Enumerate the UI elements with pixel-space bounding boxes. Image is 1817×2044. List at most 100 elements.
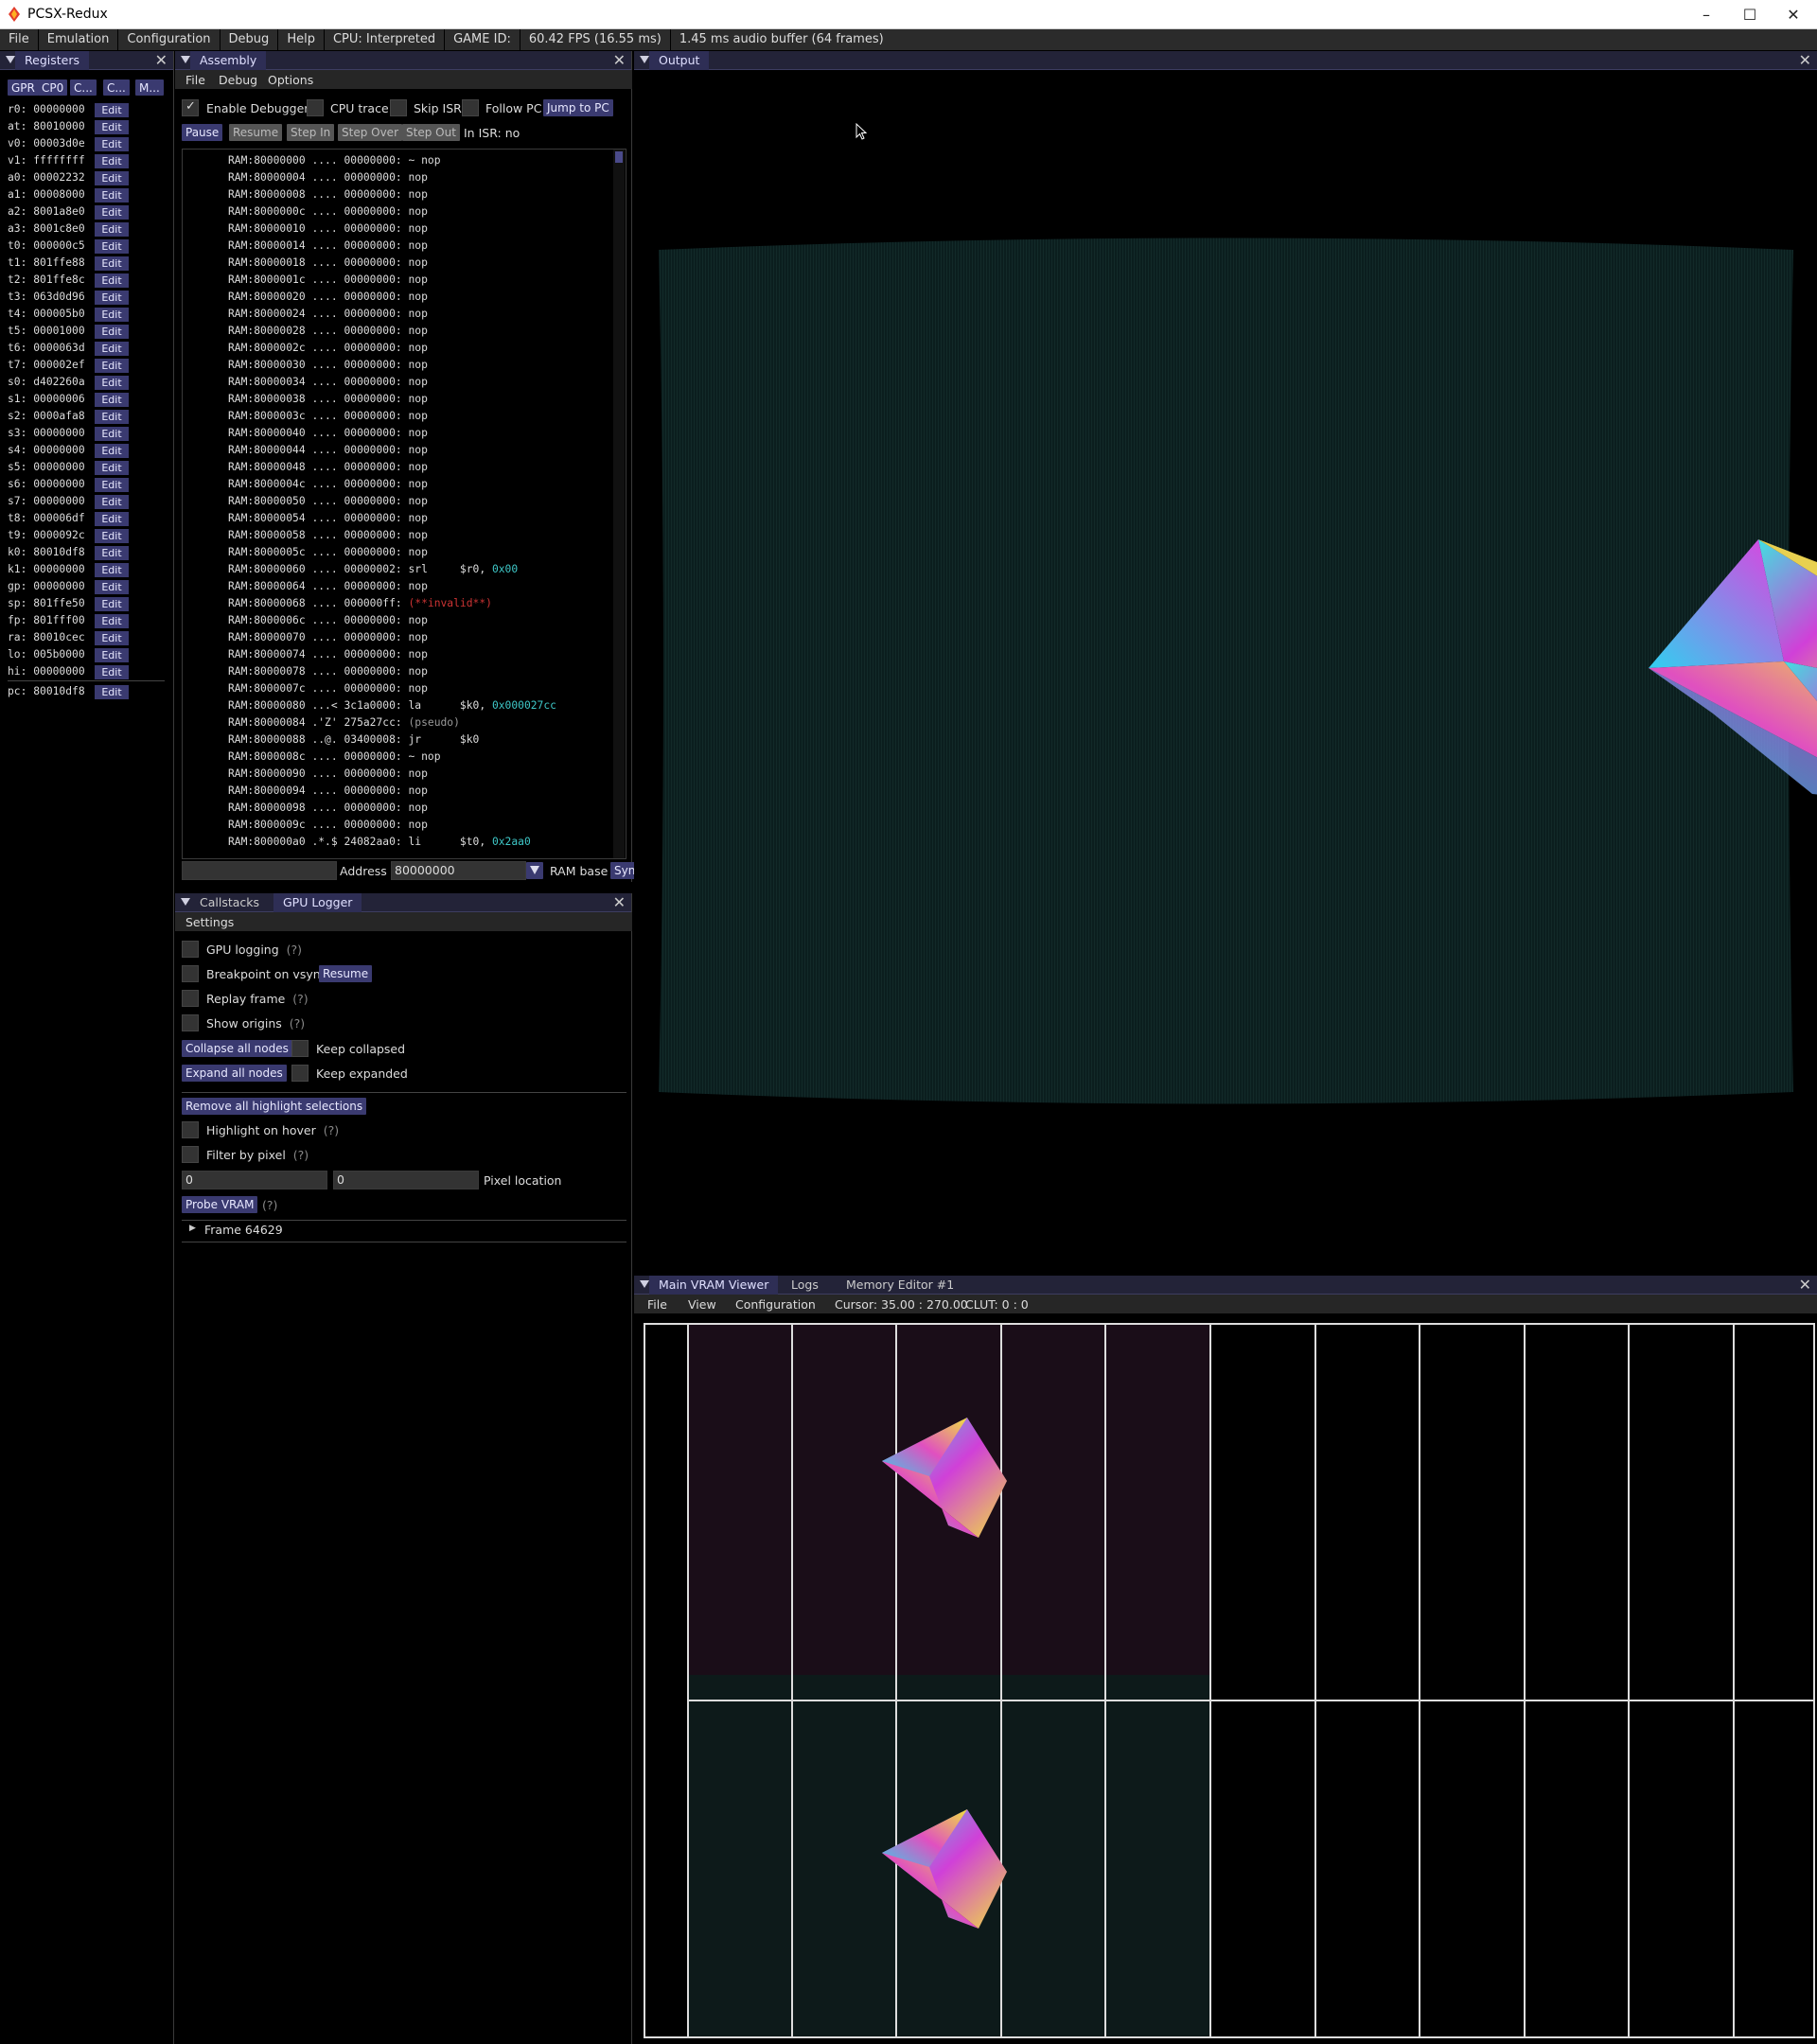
- disassembly-line[interactable]: RAM:8000000c .... 00000000: nop: [228, 203, 428, 220]
- edit-register-button[interactable]: Edit: [95, 563, 129, 577]
- tab-cop-2[interactable]: C...: [103, 79, 130, 96]
- highlight-hover-checkbox[interactable]: [182, 1121, 199, 1138]
- edit-register-button[interactable]: Edit: [95, 427, 129, 441]
- maximize-button[interactable]: ☐: [1728, 0, 1772, 29]
- step-over-button[interactable]: Step Over: [338, 124, 402, 141]
- collapse-triangle-icon[interactable]: [640, 1280, 649, 1288]
- collapse-triangle-icon[interactable]: [6, 56, 15, 63]
- disassembly-line[interactable]: RAM:80000044 .... 00000000: nop: [228, 442, 428, 459]
- replay-frame-checkbox[interactable]: [182, 990, 199, 1007]
- collapse-triangle-icon[interactable]: [640, 56, 649, 63]
- disassembly-line[interactable]: RAM:80000074 .... 00000000: nop: [228, 646, 428, 663]
- disassembly-line[interactable]: RAM:80000094 .... 00000000: nop: [228, 783, 428, 800]
- close-icon[interactable]: ✕: [1799, 52, 1811, 69]
- vram-menu-configuration[interactable]: Configuration: [735, 1297, 816, 1312]
- keep-collapsed-checkbox[interactable]: [291, 1040, 309, 1057]
- edit-register-button[interactable]: Edit: [95, 529, 129, 543]
- close-icon[interactable]: ✕: [613, 894, 626, 911]
- skip-isr-checkbox[interactable]: [390, 99, 407, 116]
- disassembly-line[interactable]: RAM:80000030 .... 00000000: nop: [228, 357, 428, 374]
- disassembly-line[interactable]: RAM:80000088 ..@. 03400008: jr $k0: [228, 731, 479, 749]
- disassembly-line[interactable]: RAM:80000000 .... 00000000: ~ nop: [228, 152, 441, 169]
- edit-register-button[interactable]: Edit: [95, 273, 129, 288]
- tab-cop-1[interactable]: C...: [70, 79, 97, 96]
- game-output-screen[interactable]: [634, 70, 1817, 1274]
- disassembly-line[interactable]: RAM:8000009c .... 00000000: nop: [228, 817, 428, 834]
- disassembly-line[interactable]: RAM:80000058 .... 00000000: nop: [228, 527, 428, 544]
- edit-register-button[interactable]: Edit: [95, 665, 129, 679]
- disassembly-line[interactable]: RAM:80000080 ...< 3c1a0000: la $k0, 0x00…: [228, 697, 556, 714]
- enable-debugger-checkbox[interactable]: ✓: [182, 99, 199, 116]
- minimize-button[interactable]: –: [1685, 0, 1728, 29]
- disassembly-line[interactable]: RAM:80000014 .... 00000000: nop: [228, 238, 428, 255]
- tab-gpu-logger[interactable]: GPU Logger: [273, 893, 362, 912]
- disassembly-line[interactable]: RAM:80000040 .... 00000000: nop: [228, 425, 428, 442]
- disassembly-line[interactable]: RAM:80000020 .... 00000000: nop: [228, 289, 428, 306]
- gpu-resume-button[interactable]: Resume: [319, 965, 373, 982]
- edit-register-button[interactable]: Edit: [95, 512, 129, 526]
- edit-register-button[interactable]: Edit: [95, 580, 129, 594]
- resume-button[interactable]: Resume: [229, 124, 283, 141]
- disassembly-line[interactable]: RAM:80000004 .... 00000000: nop: [228, 169, 428, 186]
- edit-register-button[interactable]: Edit: [95, 291, 129, 305]
- frame-node[interactable]: Frame 64629: [204, 1223, 283, 1237]
- disassembly-line[interactable]: RAM:80000050 .... 00000000: nop: [228, 493, 428, 510]
- tab-gpr[interactable]: GPR: [8, 79, 39, 96]
- settings-menu[interactable]: Settings: [185, 915, 234, 929]
- collapse-triangle-icon[interactable]: [181, 898, 190, 906]
- edit-register-button[interactable]: Edit: [95, 154, 129, 168]
- close-icon[interactable]: ✕: [613, 52, 626, 69]
- disassembly-line[interactable]: RAM:80000024 .... 00000000: nop: [228, 306, 428, 323]
- show-origins-checkbox[interactable]: [182, 1014, 199, 1031]
- assembly-menu-options[interactable]: Options: [268, 73, 313, 87]
- disassembly-line[interactable]: RAM:800000a0 .*.$ 24082aa0: li $t0, 0x2a…: [228, 834, 531, 851]
- gpu-logging-checkbox[interactable]: [182, 941, 199, 958]
- disassembly-line[interactable]: RAM:80000028 .... 00000000: nop: [228, 323, 428, 340]
- jump-to-pc-button[interactable]: Jump to PC: [543, 99, 613, 116]
- pixel-y-input[interactable]: 0: [333, 1171, 479, 1189]
- edit-register-button[interactable]: Edit: [95, 614, 129, 628]
- tab-logs[interactable]: Logs: [782, 1276, 828, 1295]
- disassembly-line[interactable]: RAM:8000008c .... 00000000: ~ nop: [228, 749, 441, 766]
- disassembly-line[interactable]: RAM:80000034 .... 00000000: nop: [228, 374, 428, 391]
- probe-vram-button[interactable]: Probe VRAM: [182, 1196, 258, 1213]
- output-tab[interactable]: Output: [649, 51, 710, 70]
- disassembly-line[interactable]: RAM:80000070 .... 00000000: nop: [228, 629, 428, 646]
- close-icon[interactable]: ✕: [155, 52, 168, 69]
- edit-register-button[interactable]: Edit: [95, 478, 129, 492]
- disassembly-line[interactable]: RAM:80000048 .... 00000000: nop: [228, 459, 428, 476]
- disassembly-line[interactable]: RAM:80000064 .... 00000000: nop: [228, 578, 428, 595]
- address-input[interactable]: 80000000: [391, 861, 526, 880]
- address-dropdown[interactable]: [526, 862, 543, 879]
- keep-expanded-checkbox[interactable]: [291, 1065, 309, 1082]
- step-out-button[interactable]: Step Out: [402, 124, 460, 141]
- edit-register-button[interactable]: Edit: [95, 648, 129, 662]
- edit-register-button[interactable]: Edit: [95, 393, 129, 407]
- menu-debug[interactable]: Debug: [221, 29, 278, 50]
- edit-register-button[interactable]: Edit: [95, 171, 129, 185]
- edit-register-button[interactable]: Edit: [95, 631, 129, 645]
- edit-register-button[interactable]: Edit: [95, 222, 129, 237]
- disassembly-line[interactable]: RAM:80000068 .... 000000ff: (**invalid**…: [228, 595, 492, 612]
- collapse-all-nodes-button[interactable]: Collapse all nodes: [182, 1040, 292, 1057]
- follow-pc-checkbox[interactable]: [462, 99, 479, 116]
- tab-callstacks[interactable]: Callstacks: [190, 893, 269, 912]
- edit-register-button[interactable]: Edit: [95, 103, 129, 117]
- close-icon[interactable]: ✕: [1799, 1277, 1811, 1294]
- edit-pc-button[interactable]: Edit: [95, 685, 129, 699]
- assembly-menu-debug[interactable]: Debug: [219, 73, 257, 87]
- edit-register-button[interactable]: Edit: [95, 342, 129, 356]
- edit-register-button[interactable]: Edit: [95, 239, 129, 254]
- disassembly-line[interactable]: RAM:80000018 .... 00000000: nop: [228, 255, 428, 272]
- scrollbar[interactable]: [613, 150, 625, 858]
- assembly-tab[interactable]: Assembly: [190, 51, 267, 70]
- registers-tab[interactable]: Registers: [15, 51, 89, 70]
- disassembly-line[interactable]: RAM:80000098 .... 00000000: nop: [228, 800, 428, 817]
- tab-main-vram-viewer[interactable]: Main VRAM Viewer: [649, 1276, 779, 1295]
- disassembly-line[interactable]: RAM:8000007c .... 00000000: nop: [228, 680, 428, 697]
- cpu-trace-checkbox[interactable]: [307, 99, 324, 116]
- edit-register-button[interactable]: Edit: [95, 461, 129, 475]
- disassembly-line[interactable]: RAM:8000001c .... 00000000: nop: [228, 272, 428, 289]
- edit-register-button[interactable]: Edit: [95, 444, 129, 458]
- disassembly-line[interactable]: RAM:8000006c .... 00000000: nop: [228, 612, 428, 629]
